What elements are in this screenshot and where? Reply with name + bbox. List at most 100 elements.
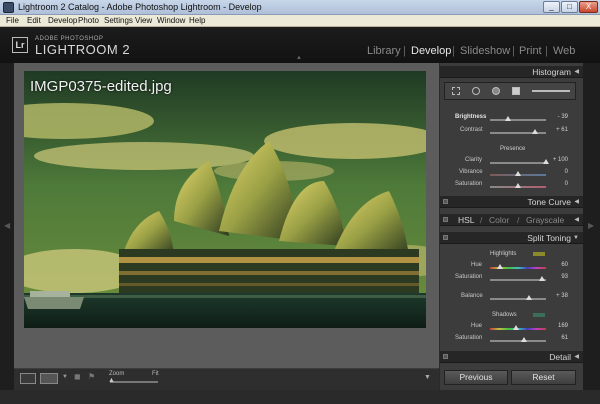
panel-switch-icon[interactable]: [443, 235, 448, 240]
highlights-saturation-slider[interactable]: [490, 279, 546, 281]
collapse-icon[interactable]: ◀: [574, 66, 579, 78]
left-panel-collapsed: ◀: [0, 63, 14, 390]
menu-window[interactable]: Window: [157, 15, 185, 27]
right-panel-edge: ▶: [583, 63, 600, 390]
brand-line2: LIGHTROOM 2: [35, 42, 131, 57]
crop-icon[interactable]: [452, 87, 460, 95]
module-print[interactable]: Print: [519, 45, 542, 57]
shadows-saturation-value[interactable]: 61: [546, 335, 568, 341]
brightness-slider-thumb[interactable]: [504, 116, 511, 121]
module-separator: |: [512, 45, 515, 57]
expand-left-panel-icon[interactable]: ◀: [4, 221, 10, 230]
panel-switch-icon[interactable]: [443, 199, 448, 204]
menu-develop[interactable]: Develop: [48, 15, 77, 27]
split-toning-title: Split Toning: [527, 233, 571, 243]
clarity-label: Clarity: [465, 157, 483, 163]
tab-color[interactable]: Color: [489, 214, 509, 226]
expand-icon[interactable]: ◀: [574, 196, 579, 208]
menu-file[interactable]: File: [6, 15, 19, 27]
highlights-hue-value[interactable]: 60: [546, 262, 568, 268]
highlights-saturation-value[interactable]: 93: [546, 274, 568, 280]
menu-photo[interactable]: Photo: [78, 15, 99, 27]
contrast-value[interactable]: + 61: [546, 127, 568, 133]
highlights-saturation-label: Saturation: [455, 274, 483, 280]
highlights-hue-slider-thumb[interactable]: [496, 264, 503, 269]
tab-separator: /: [480, 215, 483, 225]
fit-label: Fit: [152, 371, 159, 377]
highlights-saturation-slider-thumb[interactable]: [539, 276, 546, 281]
previous-button[interactable]: Previous: [444, 370, 508, 385]
tone-curve-header[interactable]: Tone Curve ◀: [440, 196, 583, 208]
histogram-title: Histogram: [532, 67, 571, 77]
expand-icon[interactable]: ◀: [574, 351, 579, 363]
brightness-slider[interactable]: [490, 119, 546, 121]
balance-slider-thumb[interactable]: [525, 295, 532, 300]
module-develop[interactable]: Develop: [411, 45, 451, 57]
spot-removal-icon[interactable]: [472, 87, 480, 95]
loupe-view-icon[interactable]: [20, 373, 36, 384]
red-eye-icon[interactable]: [492, 87, 500, 95]
opera-house-image: [24, 71, 426, 328]
window-title: Lightroom 2 Catalog - Adobe Photoshop Li…: [18, 2, 262, 12]
menu-edit[interactable]: Edit: [27, 15, 41, 27]
spot-icon[interactable]: ◼: [74, 372, 81, 381]
split-toning-header[interactable]: Split Toning ▼: [440, 232, 583, 244]
brightness-label: Brightness: [455, 114, 487, 120]
shadows-hue-slider-thumb[interactable]: [513, 325, 520, 330]
zoom-slider-thumb-icon[interactable]: ▲: [108, 377, 115, 384]
before-after-icon[interactable]: [40, 373, 58, 384]
detail-header[interactable]: Detail ◀: [440, 351, 583, 363]
shadows-saturation-label: Saturation: [455, 335, 483, 341]
panel-switch-icon[interactable]: [443, 217, 448, 222]
saturation-value[interactable]: 0: [546, 181, 568, 187]
module-web[interactable]: Web: [553, 45, 575, 57]
menu-help[interactable]: Help: [189, 15, 205, 27]
vibrance-slider-thumb[interactable]: [515, 171, 521, 176]
panel-switch-icon[interactable]: [443, 354, 448, 359]
flag-icon[interactable]: ⚑: [88, 372, 95, 381]
histogram-header[interactable]: Histogram ◀: [440, 66, 583, 78]
photo-filename-overlay: IMGP0375-edited.jpg: [30, 78, 172, 95]
toolbar-menu-icon[interactable]: ▼: [424, 374, 431, 381]
tab-hsl[interactable]: HSL: [458, 214, 475, 226]
vibrance-value[interactable]: 0: [546, 169, 568, 175]
adjustment-brush-icon[interactable]: [532, 90, 570, 92]
module-slideshow[interactable]: Slideshow: [460, 45, 510, 57]
highlights-hue-label: Hue: [471, 262, 483, 268]
graduated-filter-icon[interactable]: [512, 87, 520, 95]
balance-label: Balance: [461, 293, 483, 299]
maximize-button[interactable]: □: [561, 1, 578, 13]
brightness-value[interactable]: - 39: [546, 114, 568, 120]
tab-separator: /: [517, 215, 520, 225]
shadows-saturation-slider[interactable]: [490, 340, 546, 342]
clarity-slider[interactable]: [490, 162, 546, 164]
tab-grayscale[interactable]: Grayscale: [526, 214, 564, 226]
lightroom-logo: Lr: [12, 37, 28, 53]
shadows-hue-value[interactable]: 169: [546, 323, 568, 329]
module-library[interactable]: Library: [367, 45, 401, 57]
balance-slider[interactable]: [490, 298, 546, 300]
vibrance-label: Vibrance: [459, 169, 483, 175]
clarity-value[interactable]: + 100: [546, 157, 568, 163]
collapse-top-panel-icon[interactable]: ▲: [296, 55, 302, 61]
photo-preview[interactable]: [24, 71, 426, 328]
window-title-bar: Lightroom 2 Catalog - Adobe Photoshop Li…: [0, 0, 600, 15]
collapse-right-panel-icon[interactable]: ▶: [588, 221, 594, 230]
shadows-hue-label: Hue: [471, 323, 483, 329]
reset-button[interactable]: Reset: [511, 370, 576, 385]
menu-settings[interactable]: Settings: [104, 15, 133, 27]
minimize-button[interactable]: _: [543, 1, 560, 13]
saturation-slider-thumb[interactable]: [515, 183, 521, 188]
expand-icon[interactable]: ◀: [574, 214, 579, 226]
collapse-icon[interactable]: ▼: [573, 232, 579, 244]
shadows-color-swatch[interactable]: [533, 313, 545, 317]
contrast-slider-thumb[interactable]: [531, 129, 538, 134]
close-button[interactable]: X: [579, 1, 598, 13]
module-separator: |: [403, 45, 406, 57]
menu-view[interactable]: View: [135, 15, 152, 27]
balance-value[interactable]: + 38: [546, 293, 568, 299]
highlights-color-swatch[interactable]: [533, 252, 545, 256]
zoom-slider[interactable]: [110, 381, 158, 383]
dropdown-arrow-icon[interactable]: ▼: [62, 374, 68, 380]
shadows-saturation-slider-thumb[interactable]: [521, 337, 528, 342]
